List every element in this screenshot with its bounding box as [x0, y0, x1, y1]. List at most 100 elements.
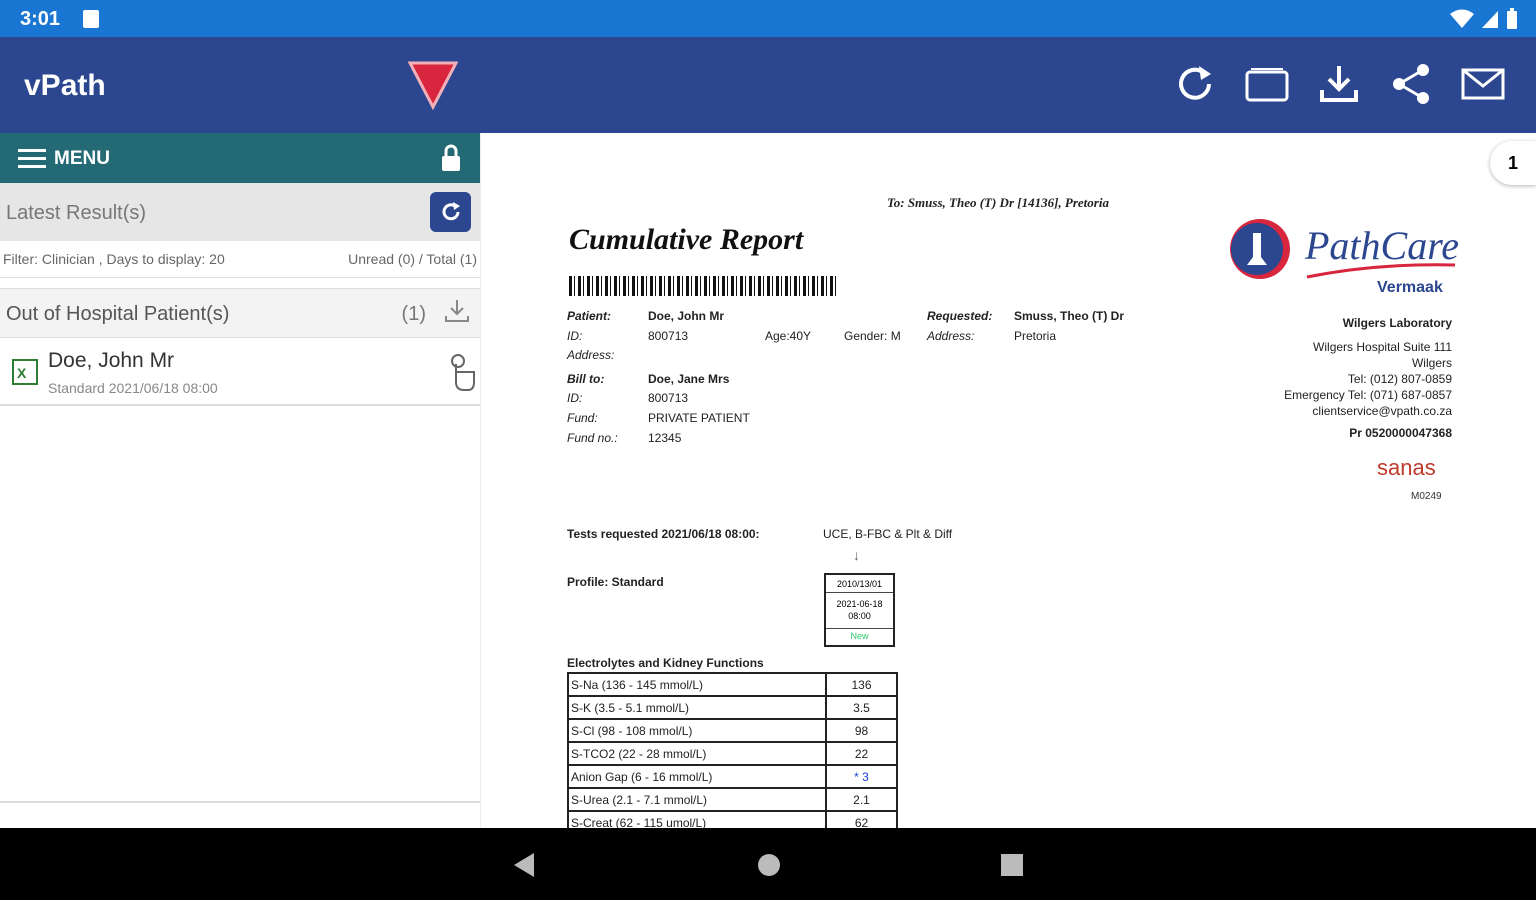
table-row: S-Cl (98 - 108 mmol/L) 98: [567, 718, 898, 743]
fund-value: PRIVATE PATIENT: [648, 411, 750, 425]
tablet-icon: [1245, 68, 1289, 102]
menu-bar[interactable]: MENU: [0, 133, 480, 183]
table-row: S-Na (136 - 145 mmol/L) 136: [567, 672, 898, 697]
svg-text:PathCare: PathCare: [1304, 223, 1459, 268]
lab-address-1: Wilgers Hospital Suite 111: [1313, 340, 1452, 354]
test-value: 98: [825, 718, 898, 743]
date-box-code: 2010/13/01: [826, 575, 893, 593]
date-box-date: 2021-06-18 08:00: [826, 593, 893, 629]
lab-pr: Pr 0520000047368: [1349, 426, 1452, 440]
results-table: S-Na (136 - 145 mmol/L) 136 S-K (3.5 - 5.…: [567, 672, 898, 835]
signal-icon: [1482, 11, 1498, 28]
lock-icon[interactable]: [440, 144, 462, 172]
fundno-label: Fund no.:: [567, 431, 618, 445]
test-name: S-Cl (98 - 108 mmol/L): [567, 718, 827, 743]
patient-name-report: Doe, John Mr: [648, 309, 725, 323]
group-count: (1): [401, 303, 426, 325]
system-nav-bar: [0, 828, 1536, 900]
id-label: ID:: [567, 329, 583, 343]
svg-text:X: X: [17, 365, 27, 381]
req-address-value: Pretoria: [1014, 329, 1057, 343]
gender: Gender: M: [844, 329, 901, 343]
excel-file-icon: X: [12, 359, 38, 385]
back-icon[interactable]: [512, 852, 536, 878]
tests-requested-label: Tests requested 2021/06/18 08:00:: [567, 527, 760, 541]
date-column-header: 2010/13/01 2021-06-18 08:00 New: [824, 573, 895, 647]
download-icon: [1320, 66, 1358, 102]
group-label: Out of Hospital Patient(s): [6, 303, 230, 325]
bill-id-value: 800713: [648, 391, 689, 405]
filter-text: Filter: Clinician , Days to display: 20: [3, 251, 225, 267]
lab-email: clientservice@vpath.co.za: [1312, 404, 1452, 418]
wifi-icon: [1450, 9, 1474, 28]
divider: [0, 801, 480, 803]
status-time: 3:01: [20, 8, 61, 30]
report-viewer[interactable]: 1 To: Smuss, Theo (T) Dr [14136], Pretor…: [480, 133, 1536, 835]
filter-row: Filter: Clinician , Days to display: 20 …: [0, 241, 480, 278]
patient-list-item[interactable]: X Doe, John Mr Standard 2021/06/18 08:00: [0, 338, 480, 406]
share-button[interactable]: [1388, 61, 1434, 107]
lab-tel: Tel: (012) 807-0859: [1347, 372, 1452, 386]
latest-refresh-button[interactable]: [430, 192, 471, 232]
touch-hand-icon[interactable]: [446, 352, 476, 392]
refresh-icon: [442, 202, 460, 221]
billto-label: Bill to:: [567, 372, 605, 386]
download-button[interactable]: [1316, 61, 1362, 107]
sanas-number: M0249: [1411, 491, 1442, 502]
lab-name: Wilgers Laboratory: [1342, 316, 1452, 330]
fundno-value: 12345: [648, 431, 682, 445]
page-number-badge: 1: [1490, 141, 1536, 185]
table-row: Anion Gap (6 - 16 mmol/L) * 3: [567, 764, 898, 789]
filter-counts: Unread (0) / Total (1): [348, 251, 477, 267]
table-row: S-Urea (2.1 - 7.1 mmol/L) 2.1: [567, 787, 898, 812]
lab-emergency: Emergency Tel: (071) 687-0857: [1284, 388, 1452, 402]
refresh-button[interactable]: [1172, 61, 1218, 107]
id-value: 800713: [648, 329, 689, 343]
sd-card-icon: [83, 10, 99, 28]
test-name: S-K (3.5 - 5.1 mmol/L): [567, 695, 827, 720]
test-value: 22: [825, 741, 898, 766]
pathcare-logo: PathCare: [1230, 219, 1459, 279]
arrow-down-icon: ↓: [853, 547, 860, 563]
refresh-icon: [1179, 66, 1211, 100]
report-title: Cumulative Report: [569, 223, 804, 256]
app-title: vPath: [24, 69, 106, 102]
patient-group-header[interactable]: Out of Hospital Patient(s) (1): [0, 288, 480, 338]
test-value: 2.1: [825, 787, 898, 812]
table-row: S-TCO2 (22 - 28 mmol/L) 22: [567, 741, 898, 766]
email-button[interactable]: [1460, 61, 1506, 107]
battery-icon: [1507, 8, 1517, 29]
app-bar: vPath: [0, 37, 1536, 133]
status-icons: [1450, 8, 1518, 30]
date-box-status: New: [850, 631, 869, 641]
test-name: Anion Gap (6 - 16 mmol/L): [567, 764, 827, 789]
patient-subtitle: Standard 2021/06/18 08:00: [48, 380, 218, 396]
patient-name: Doe, John Mr: [48, 349, 175, 372]
requested-label: Requested:: [927, 309, 993, 323]
menu-label[interactable]: MENU: [54, 148, 110, 170]
age: Age:40Y: [765, 329, 812, 343]
latest-results-label: Latest Result(s): [6, 202, 147, 224]
test-name: S-Urea (2.1 - 7.1 mmol/L): [567, 787, 827, 812]
barcode: [569, 276, 837, 296]
bill-id-label: ID:: [567, 391, 583, 405]
recents-icon[interactable]: [1000, 853, 1024, 877]
test-name: S-TCO2 (22 - 28 mmol/L): [567, 741, 827, 766]
billto-name: Doe, Jane Mrs: [648, 372, 730, 386]
req-address-label: Address:: [927, 329, 975, 343]
test-value: 136: [825, 672, 898, 697]
home-icon[interactable]: [756, 852, 782, 878]
table-row: S-K (3.5 - 5.1 mmol/L) 3.5: [567, 695, 898, 720]
lab-address-2: Wilgers: [1411, 356, 1452, 370]
status-bar: 3:01: [0, 0, 1536, 37]
latest-results-header: Latest Result(s): [0, 183, 480, 241]
tablet-view-button[interactable]: [1244, 61, 1290, 107]
toolbar-actions: [1172, 61, 1506, 107]
share-icon: [1393, 64, 1429, 104]
address-label: Address:: [567, 348, 615, 362]
mail-icon: [1461, 68, 1505, 100]
download-icon[interactable]: [444, 298, 470, 324]
test-name: S-Na (136 - 145 mmol/L): [567, 672, 827, 697]
vpath-logo-icon: [408, 61, 458, 111]
hamburger-icon[interactable]: [18, 148, 46, 170]
